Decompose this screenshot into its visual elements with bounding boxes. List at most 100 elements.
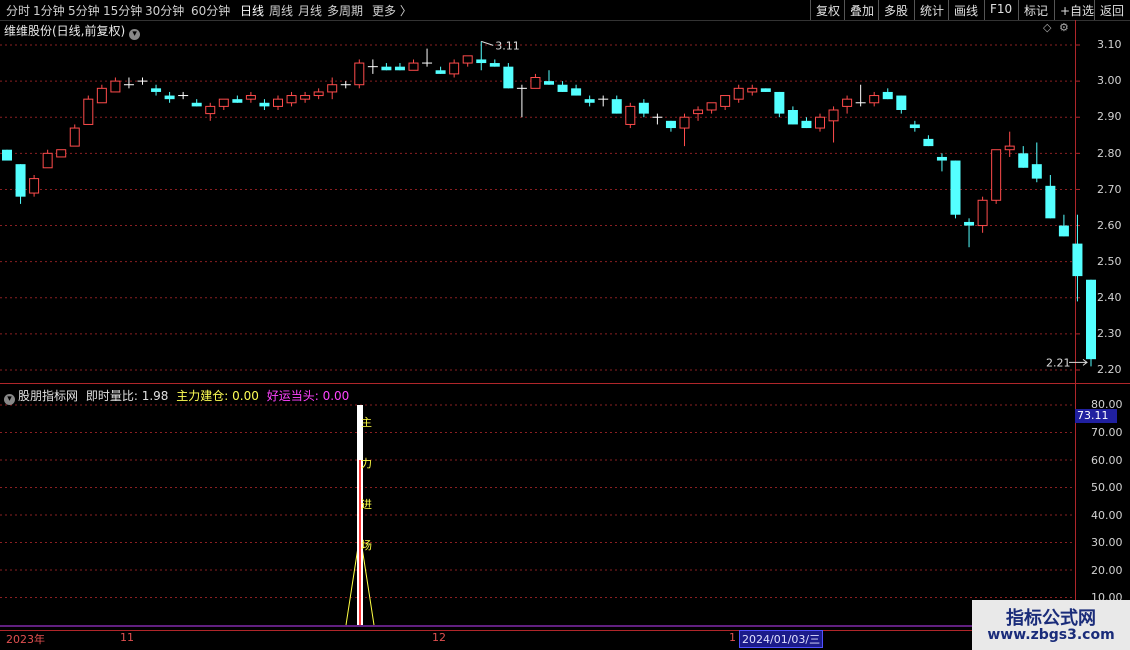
chevron-down-icon[interactable]: ▾ [4,394,15,405]
candle-body [977,199,988,227]
candle [544,70,554,85]
candle [435,66,446,74]
period-tab-1min[interactable]: 1分钟 [33,2,65,19]
candle [381,63,392,71]
f10-button[interactable]: F10 [984,0,1018,20]
candle [679,113,690,147]
candle [137,77,148,85]
candle [1018,146,1029,168]
candle-body [408,62,419,71]
candle-body [801,120,812,129]
candle-body [1058,225,1069,237]
candle [516,84,527,118]
candle [15,164,26,204]
candle-body [611,99,622,114]
candle [123,77,134,89]
period-tab-15min[interactable]: 15分钟 [103,2,142,19]
candle-body [530,77,541,89]
candle-body [1031,164,1042,179]
candle-body [110,80,121,93]
candle [964,218,975,248]
candle [584,95,595,107]
draw-line-button[interactable]: 画线 [948,0,984,20]
indicator-tick: 60.00 [1091,454,1123,467]
date-month-label: 11 [120,631,134,644]
high-arrow-icon [481,40,494,46]
candle [354,59,365,89]
period-tab-multi[interactable]: 多周期 [327,2,363,19]
date-month-label: 1 [729,631,736,644]
candle [625,102,636,129]
candle [557,81,568,92]
candle [842,95,853,114]
candle-body [1004,145,1015,151]
candle [530,73,541,89]
pane-divider [0,383,1130,384]
low-price-label: 2.21 [1046,356,1071,369]
period-tab-60min[interactable]: 60分钟 [191,2,230,19]
period-tab-daily[interactable]: 日线 [240,2,264,19]
candle-body [381,66,392,71]
indicator-value-tag: 73.11 [1075,409,1117,423]
period-tab-weekly[interactable]: 周线 [269,2,293,19]
candle-body [218,98,229,107]
candle [408,59,419,71]
candle [245,91,256,103]
candle-body [273,98,283,107]
period-tab-monthly[interactable]: 月线 [298,2,322,19]
watermark-url: www.zbgs3.com [987,627,1115,643]
indicator-tick: 70.00 [1091,426,1123,439]
candle-body [625,105,636,125]
mark-button[interactable]: 标记 [1018,0,1054,20]
date-cursor-label: 2024/01/03/三 [739,630,824,648]
restore-rights-button[interactable]: 复权 [810,0,844,20]
candle [259,99,270,110]
candle [191,99,202,107]
date-axis-border [0,630,1130,631]
candle-body [286,95,297,104]
overlay-button[interactable]: 叠加 [844,0,878,20]
multi-stock-button[interactable]: 多股 [878,0,914,20]
candle [733,84,744,103]
candle-body [245,95,256,100]
add-watchlist-button[interactable]: +自选 [1054,0,1094,20]
candle-body [787,110,798,125]
candle [489,59,500,67]
candle [29,175,40,197]
watermark-logo: 指标公式网 www.zbgs3.com [972,600,1130,650]
candle [909,120,920,132]
settings-gear-icon[interactable]: ⚙ [1059,21,1069,34]
candle-body [394,66,405,71]
statistics-button[interactable]: 统计 [914,0,948,20]
ratio-label: 即时量比: [85,389,138,403]
candle [300,91,311,103]
period-tab-more[interactable]: 更多 〉 [372,2,412,19]
candle [205,102,216,121]
candle-body [29,178,40,194]
price-tick: 2.50 [1097,255,1122,268]
candle-body [896,95,907,110]
candle [218,98,229,110]
chevron-down-icon[interactable]: ▾ [129,29,141,40]
arrow-head [1082,358,1088,366]
candle [869,91,880,107]
candle [638,99,649,118]
chart-title-text: 维维股份(日线,前复权) [4,24,126,38]
period-tab-30min[interactable]: 30分钟 [145,2,184,19]
candle-body [56,149,67,158]
candlestick-chart: 3.11 2.21 [0,39,1096,627]
period-tab-timeshare[interactable]: 分时 [6,2,30,19]
diamond-icon[interactable]: ◇ [1043,21,1051,34]
chart-title[interactable]: 维维股份(日线,前复权) ▾ [4,22,141,40]
candle [327,77,338,100]
luck-label: 好运当头: [266,389,319,403]
candle [598,95,609,107]
candle [273,95,283,110]
candle [923,135,934,147]
back-button[interactable]: 返回 [1094,0,1130,20]
indicator-legend[interactable]: ▾ 股朋指标网 即时量比: 1.98 主力建仓: 0.00 好运当头: 0.00 [4,387,349,405]
candle [896,95,907,114]
period-tab-5min[interactable]: 5分钟 [68,2,100,19]
candle [1045,175,1056,219]
candle-body [909,124,920,129]
